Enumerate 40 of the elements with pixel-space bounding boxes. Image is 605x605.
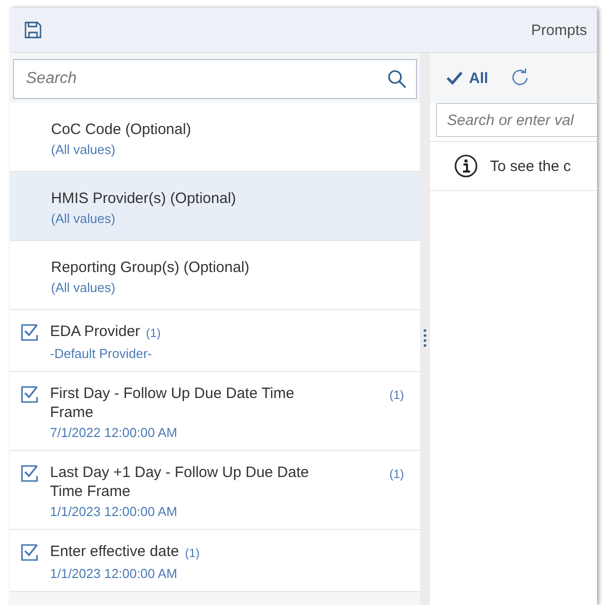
prompt-title: CoC Code (Optional) bbox=[51, 120, 192, 139]
prompt-item[interactable]: First Day - Follow Up Due Date Time Frame (1) 7/1/2022 12:00:00 AM bbox=[10, 372, 420, 451]
search-icon[interactable] bbox=[387, 69, 407, 89]
prompt-item[interactable]: Last Day +1 Day - Follow Up Due Date Time Frame (1) 1/1/2023 12:00:00 AM bbox=[10, 451, 420, 530]
prompt-title: Enter effective date bbox=[50, 542, 179, 561]
prompt-title: Reporting Group(s) (Optional) bbox=[51, 258, 250, 277]
prompt-item[interactable]: CoC Code (Optional) (All values) bbox=[10, 103, 420, 172]
prompt-value: 7/1/2022 12:00:00 AM bbox=[50, 425, 178, 440]
prompt-value: (All values) bbox=[51, 211, 116, 226]
value-count: (1) bbox=[184, 545, 200, 562]
value-search-field[interactable]: Search or enter val bbox=[436, 103, 597, 137]
info-icon bbox=[454, 154, 478, 178]
value-count: (1) bbox=[388, 387, 404, 404]
prompt-title: HMIS Provider(s) (Optional) bbox=[51, 189, 236, 208]
prompt-item[interactable]: HMIS Provider(s) (Optional) (All values) bbox=[10, 172, 420, 241]
prompt-title: Last Day +1 Day - Follow Up Due Date Time Frame bbox=[50, 463, 310, 501]
window-title: Prompts bbox=[531, 22, 587, 38]
search-field[interactable]: Search bbox=[13, 59, 417, 99]
save-icon[interactable] bbox=[24, 21, 42, 39]
prompt-value: -Default Provider- bbox=[50, 346, 153, 361]
checkbox-icon[interactable] bbox=[20, 322, 40, 342]
prompt-item[interactable]: EDA Provider (1) -Default Provider- bbox=[10, 310, 420, 372]
checkbox-icon[interactable] bbox=[20, 463, 40, 483]
value-count: (1) bbox=[388, 466, 404, 483]
prompt-item[interactable]: Enter effective date (1) 1/1/2023 12:00:00 AM bbox=[10, 530, 420, 592]
checkbox-icon[interactable] bbox=[20, 384, 40, 404]
grip-icon[interactable] bbox=[423, 329, 427, 347]
prompt-value: (All values) bbox=[51, 280, 116, 295]
value-count: (1) bbox=[146, 325, 161, 342]
prompt-value: 1/1/2023 12:00:00 AM bbox=[50, 504, 178, 519]
refresh-button[interactable] bbox=[510, 68, 530, 88]
prompt-title: EDA Provider bbox=[50, 322, 140, 341]
checkbox-icon[interactable] bbox=[20, 542, 40, 562]
info-message: To see the c bbox=[490, 158, 571, 174]
prompt-title: First Day - Follow Up Due Date Time Frame bbox=[50, 384, 296, 422]
prompt-item[interactable]: Reporting Group(s) (Optional) (All values) bbox=[10, 241, 420, 310]
prompt-value: (All values) bbox=[51, 142, 116, 157]
select-all-button[interactable]: All bbox=[446, 70, 488, 86]
prompt-value: 1/1/2023 12:00:00 AM bbox=[50, 566, 178, 581]
check-icon bbox=[446, 71, 463, 85]
